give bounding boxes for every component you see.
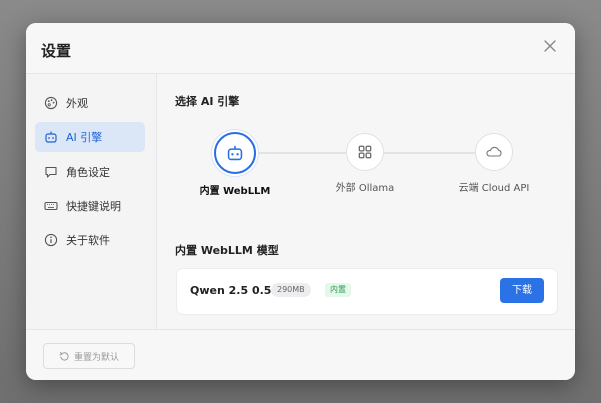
sidebar-item-label: AI 引擎 xyxy=(66,131,103,144)
reset-default-button[interactable]: 重置为默认 xyxy=(43,343,135,369)
chat-bubble-icon xyxy=(44,165,58,179)
keyboard-icon xyxy=(44,199,58,213)
engine-section-title: 选择 AI 引擎 xyxy=(175,95,240,108)
engine-option-webllm[interactable]: 内置 WebLLM xyxy=(185,132,285,197)
engine-label: 内置 WebLLM xyxy=(199,186,271,197)
cloud-icon xyxy=(486,146,502,157)
sidebar-item-label: 角色设定 xyxy=(66,166,110,179)
engine-option-ollama[interactable]: 外部 Ollama xyxy=(315,133,415,194)
robot-icon xyxy=(227,145,243,161)
sidebar-item-ai-engine[interactable]: AI 引擎 xyxy=(35,122,145,152)
model-card: Qwen 2.5 0.5B 290MB 内置 下载 xyxy=(176,268,558,315)
engine-label: 外部 Ollama xyxy=(335,183,395,194)
close-button[interactable] xyxy=(541,37,559,55)
dialog-header: 设置 xyxy=(26,23,575,74)
model-name: Qwen 2.5 0.5B xyxy=(190,284,280,297)
engine-option-cloud[interactable]: 云端 Cloud API xyxy=(444,133,544,194)
reset-label: 重置为默认 xyxy=(73,352,119,363)
sidebar-item-label: 外观 xyxy=(66,97,88,110)
sidebar-item-role[interactable]: 角色设定 xyxy=(35,157,145,187)
robot-icon xyxy=(44,130,58,144)
grid-icon xyxy=(358,145,372,159)
engine-label: 云端 Cloud API xyxy=(458,183,530,194)
model-section-title: 内置 WebLLM 模型 xyxy=(175,244,279,257)
close-icon xyxy=(544,40,556,52)
info-icon xyxy=(44,233,58,247)
dialog-title: 设置 xyxy=(41,42,72,60)
palette-icon xyxy=(44,96,58,110)
size-badge: 290MB xyxy=(271,283,311,297)
sidebar-item-label: 关于软件 xyxy=(66,234,110,247)
settings-dialog: 设置 外观 AI 引擎 角色设定 快捷键说明 关于软件 重置为默认 xyxy=(26,23,575,380)
sidebar-item-label: 快捷键说明 xyxy=(66,200,121,213)
sidebar-item-appearance[interactable]: 外观 xyxy=(35,88,145,118)
settings-sidebar: 外观 AI 引擎 角色设定 快捷键说明 关于软件 xyxy=(26,74,157,329)
sidebar-item-about[interactable]: 关于软件 xyxy=(35,225,145,255)
dialog-footer: 重置为默认 xyxy=(26,329,575,380)
builtin-badge: 内置 xyxy=(325,283,351,297)
reset-icon xyxy=(59,351,69,361)
sidebar-item-shortcuts[interactable]: 快捷键说明 xyxy=(35,191,145,221)
download-button[interactable]: 下载 xyxy=(500,278,544,303)
